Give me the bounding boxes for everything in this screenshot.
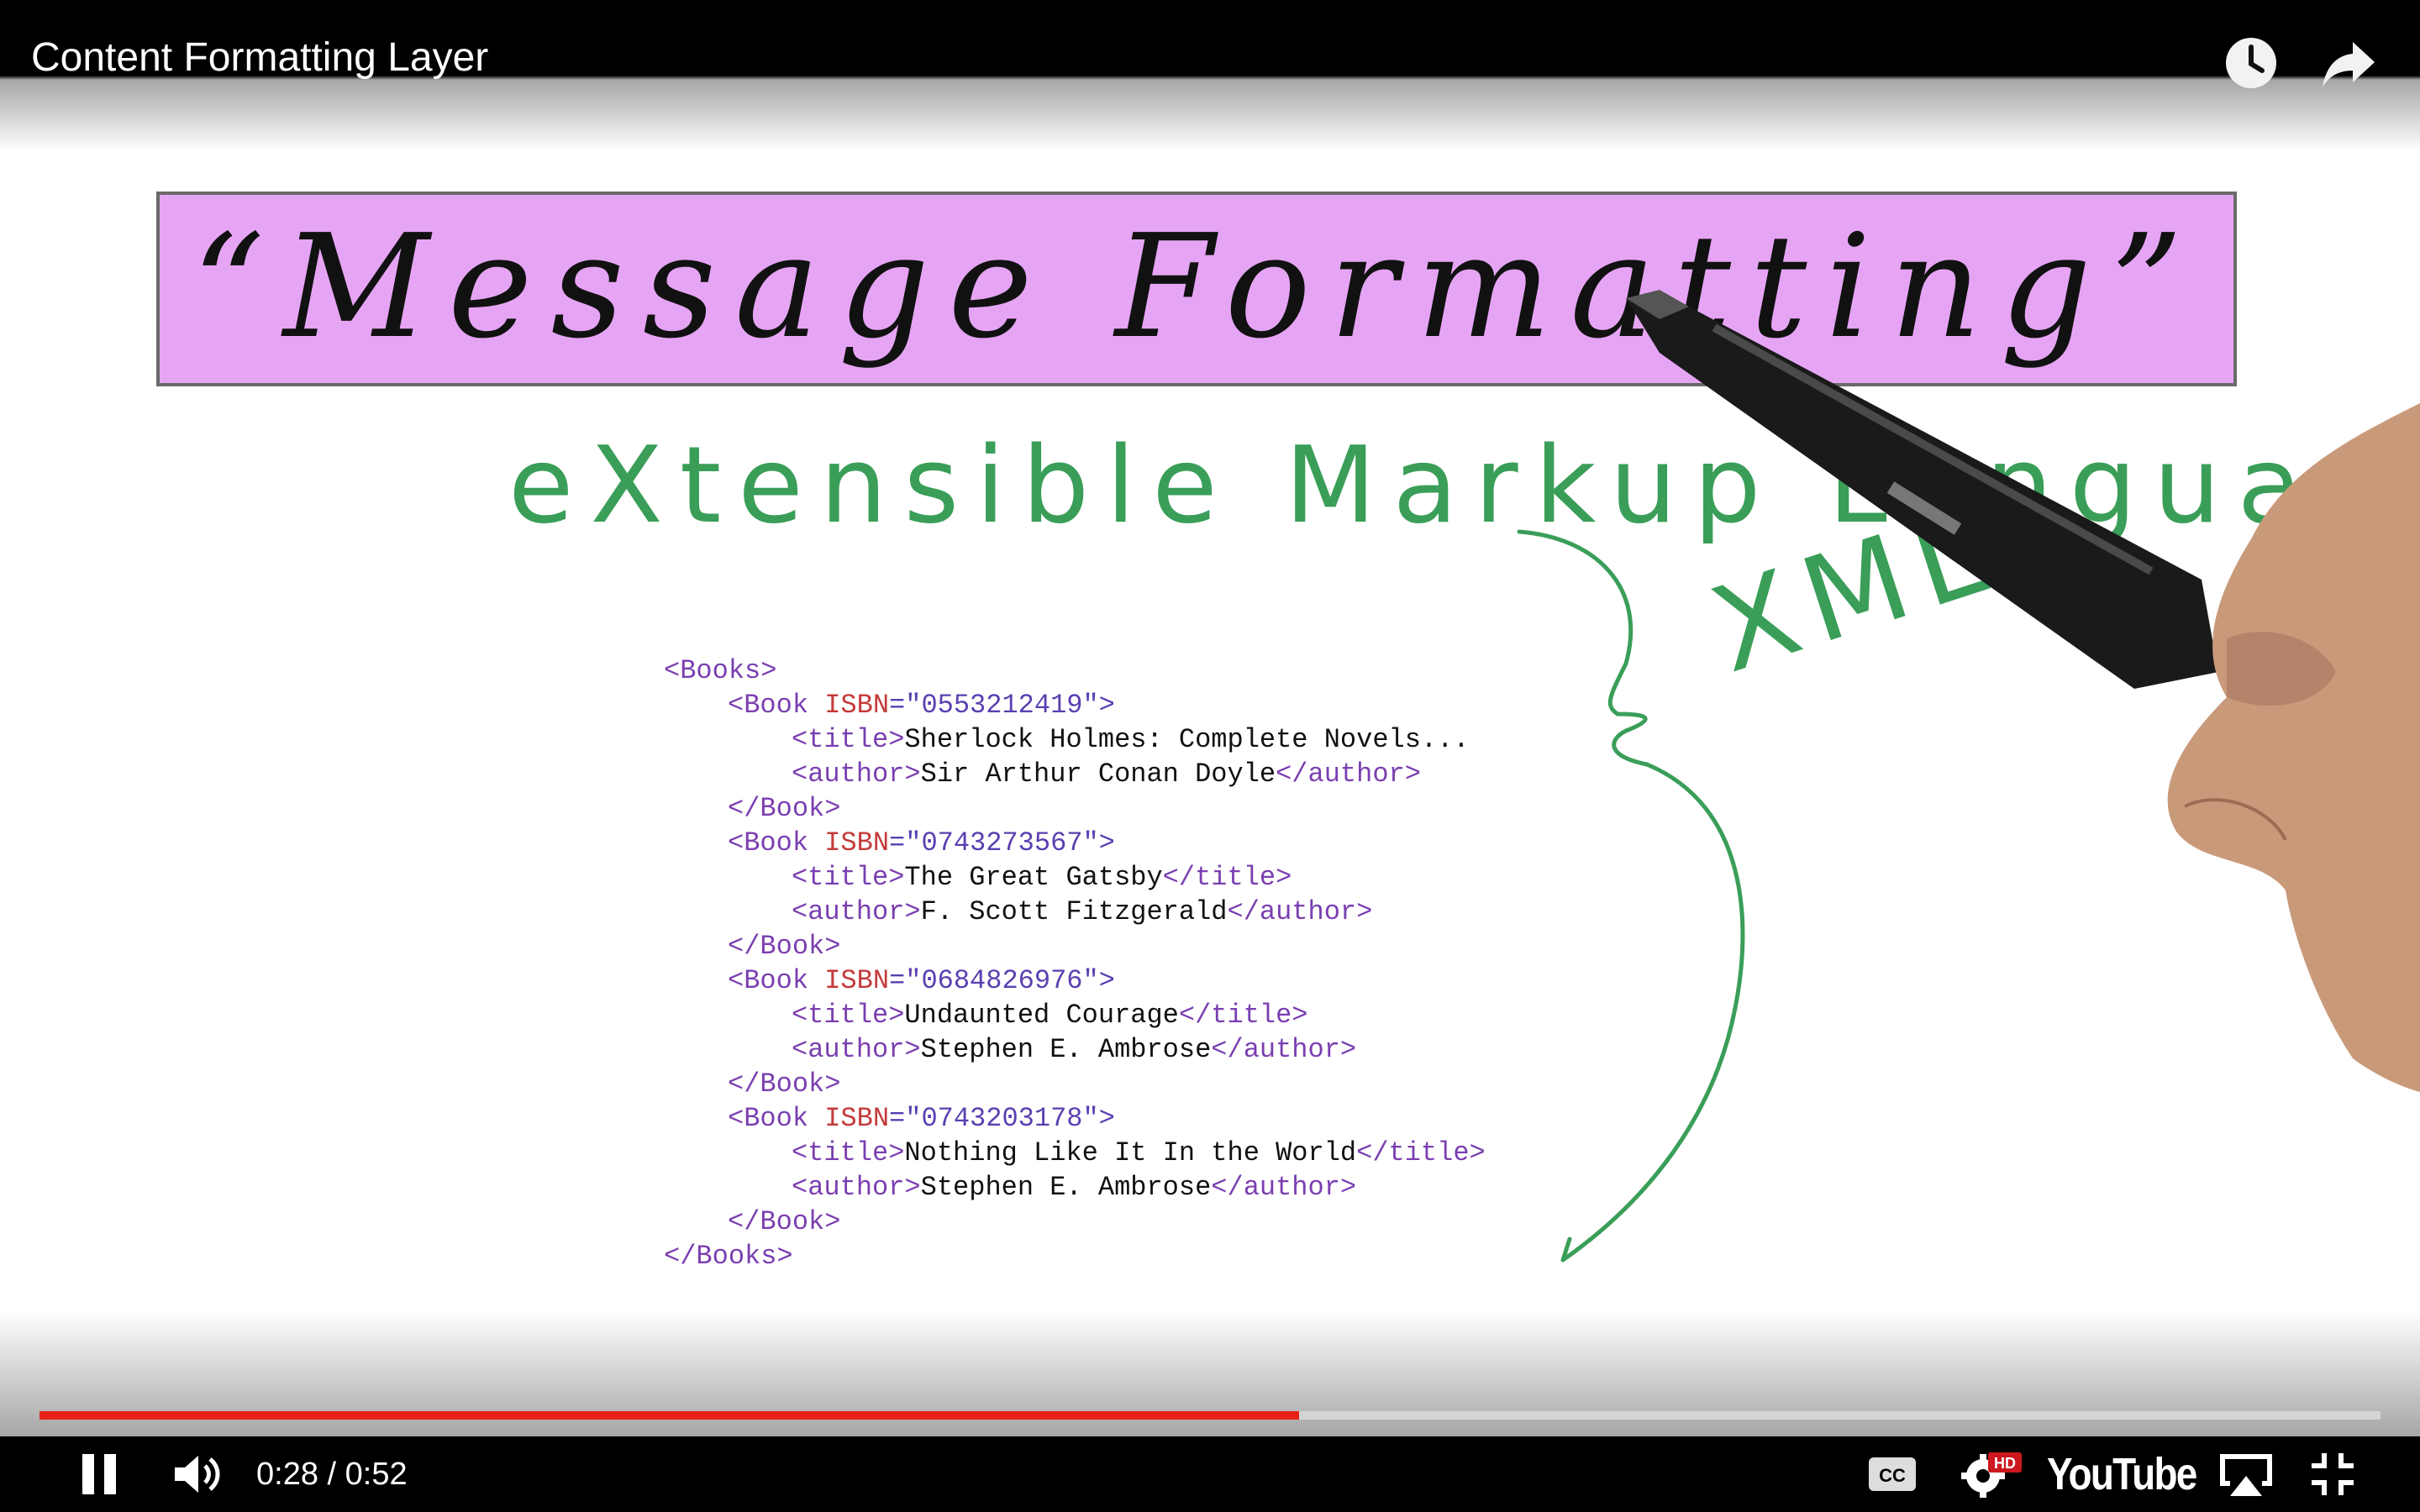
- captions-button[interactable]: CC: [1867, 1436, 1918, 1512]
- svg-text:CC: CC: [1879, 1465, 1906, 1486]
- volume-button[interactable]: [171, 1436, 227, 1512]
- youtube-logo[interactable]: YouTube: [2047, 1438, 2197, 1510]
- airplay-button[interactable]: [2217, 1436, 2275, 1512]
- presenter-hand-with-pen: [1626, 290, 2420, 1092]
- video-title[interactable]: Content Formatting Layer: [31, 32, 488, 84]
- volume-icon: [175, 1456, 220, 1493]
- watch-later-button[interactable]: [2223, 35, 2279, 91]
- exit-fullscreen-icon: [2312, 1453, 2354, 1495]
- progress-played: [39, 1411, 1299, 1420]
- time-current: 0:28: [256, 1457, 318, 1492]
- progress-bar[interactable]: [39, 1411, 2381, 1420]
- time-display: 0:28 / 0:52: [256, 1438, 408, 1510]
- time-separator: /: [318, 1457, 345, 1492]
- hd-badge: HD: [1994, 1455, 2016, 1472]
- share-button[interactable]: [2321, 35, 2376, 91]
- watch-later-icon: [2226, 38, 2276, 88]
- settings-icon: HD: [1961, 1452, 2022, 1498]
- settings-button[interactable]: HD: [1960, 1436, 2022, 1512]
- exit-fullscreen-button[interactable]: [2307, 1436, 2358, 1512]
- time-total: 0:52: [345, 1457, 408, 1492]
- share-icon: [2323, 42, 2375, 87]
- captions-icon: CC: [1869, 1457, 1916, 1491]
- pause-icon: [82, 1454, 116, 1494]
- airplay-icon: [2220, 1454, 2272, 1496]
- pause-button[interactable]: [74, 1436, 124, 1512]
